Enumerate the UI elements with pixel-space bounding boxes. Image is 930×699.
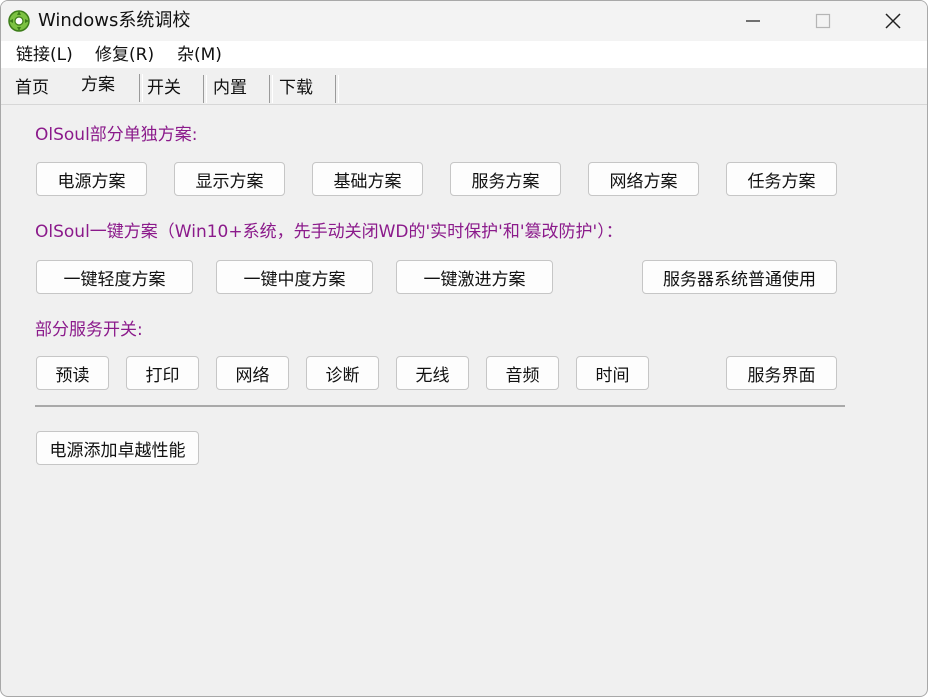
power-plan-button[interactable]: 电源方案 xyxy=(36,162,147,196)
section-onekey-label: OlSoul一键方案（Win10+系统，先手动关闭WD的'实时保护'和'篡改防护… xyxy=(35,222,623,242)
tab-switches[interactable]: 开关 xyxy=(139,73,207,103)
service-plan-button[interactable]: 服务方案 xyxy=(450,162,561,196)
window-title: Windows系统调校 xyxy=(38,10,191,31)
onekey-medium-button[interactable]: 一键中度方案 xyxy=(216,260,373,294)
app-window: Windows系统调校 链接(L) 修复(R) 杂(M) 首页 方案 开关 内置 xyxy=(0,0,928,697)
tab-builtin-label: 内置 xyxy=(213,78,247,98)
tab-strip: 首页 方案 开关 内置 下载 xyxy=(1,68,927,105)
section-individual-label: OlSoul部分单独方案: xyxy=(35,125,198,145)
display-plan-button[interactable]: 显示方案 xyxy=(174,162,285,196)
close-button[interactable] xyxy=(858,1,927,41)
maximize-icon xyxy=(815,13,831,29)
server-normal-use-button[interactable]: 服务器系统普通使用 xyxy=(642,260,837,294)
divider xyxy=(35,405,845,407)
minimize-icon xyxy=(746,20,760,22)
onekey-light-button[interactable]: 一键轻度方案 xyxy=(36,260,193,294)
tab-plans-label: 方案 xyxy=(81,75,115,95)
tab-builtin[interactable]: 内置 xyxy=(205,73,273,103)
app-icon xyxy=(8,10,30,32)
tab-home-label: 首页 xyxy=(15,78,49,98)
menu-repair[interactable]: 修复(R) xyxy=(95,43,154,67)
tab-download[interactable]: 下载 xyxy=(271,73,339,103)
tab-plans[interactable]: 方案 xyxy=(73,70,143,104)
onekey-aggressive-button[interactable]: 一键激进方案 xyxy=(396,260,553,294)
tab-download-label: 下载 xyxy=(279,78,313,98)
add-ultimate-performance-button[interactable]: 电源添加卓越性能 xyxy=(36,431,199,465)
menu-links[interactable]: 链接(L) xyxy=(16,43,73,67)
diagnostics-button[interactable]: 诊断 xyxy=(306,356,379,390)
wireless-button[interactable]: 无线 xyxy=(396,356,469,390)
close-icon xyxy=(885,13,901,29)
section-services-label: 部分服务开关: xyxy=(35,320,143,340)
time-button[interactable]: 时间 xyxy=(576,356,649,390)
minimize-button[interactable] xyxy=(718,1,788,41)
task-plan-button[interactable]: 任务方案 xyxy=(726,162,837,196)
tab-separator xyxy=(335,75,339,103)
tab-switches-label: 开关 xyxy=(147,78,181,98)
menu-bar: 链接(L) 修复(R) 杂(M) xyxy=(1,41,927,68)
maximize-button[interactable] xyxy=(788,1,858,41)
network-plan-button[interactable]: 网络方案 xyxy=(588,162,699,196)
tab-home[interactable]: 首页 xyxy=(7,73,75,103)
prefetch-button[interactable]: 预读 xyxy=(36,356,109,390)
print-button[interactable]: 打印 xyxy=(126,356,199,390)
basic-plan-button[interactable]: 基础方案 xyxy=(312,162,423,196)
menu-misc[interactable]: 杂(M) xyxy=(177,43,222,67)
audio-button[interactable]: 音频 xyxy=(486,356,559,390)
network-button[interactable]: 网络 xyxy=(216,356,289,390)
services-ui-button[interactable]: 服务界面 xyxy=(726,356,837,390)
title-bar[interactable]: Windows系统调校 xyxy=(1,1,927,41)
